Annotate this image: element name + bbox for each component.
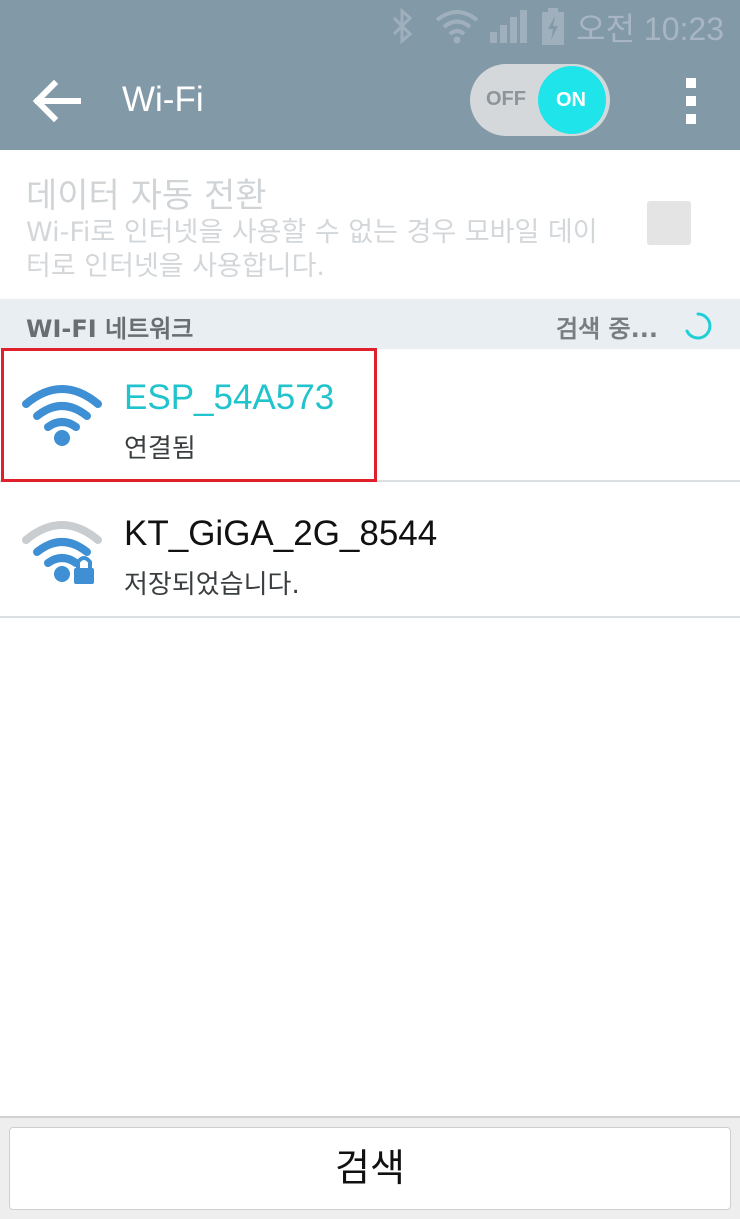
app-bar: 오전 10:23 Wi-Fi OFF ON [0, 0, 740, 150]
scan-status: 검색 중... [556, 315, 658, 343]
section-title: WI-FI 네트워크 [26, 315, 194, 343]
wifi-toggle[interactable]: OFF ON [470, 64, 610, 136]
divider [0, 616, 740, 618]
network-item[interactable]: KT_GiGA_2G_8544 저장되었습니다. [0, 484, 740, 618]
bluetooth-icon [392, 8, 413, 44]
menu-dot [686, 114, 696, 124]
network-name: KT_GiGA_2G_8544 [124, 514, 438, 553]
auto-switch-checkbox[interactable] [647, 201, 691, 245]
menu-dot [686, 78, 696, 88]
menu-dot [686, 96, 696, 106]
status-bar: 오전 10:23 [0, 0, 740, 50]
page-title: Wi-Fi [122, 80, 204, 119]
loading-spinner-icon [685, 312, 712, 340]
toggle-off-label: OFF [486, 88, 526, 110]
cell-signal-icon [490, 10, 527, 43]
auto-switch-description: Wi-Fi로 인터넷을 사용할 수 없는 경우 모바일 데이터로 인터넷을 사용… [26, 217, 598, 282]
scan-button[interactable]: 검색 [9, 1127, 731, 1210]
wifi-signal-icon [435, 10, 479, 44]
status-time: 오전 10:23 [576, 11, 724, 47]
selection-highlight [1, 348, 377, 482]
back-button[interactable] [30, 78, 86, 124]
wifi-lock-icon [22, 521, 102, 584]
overflow-menu-button[interactable] [676, 78, 706, 124]
network-status: 저장되었습니다. [124, 570, 300, 600]
auto-switch-title: 데이터 자동 전환 [26, 176, 267, 216]
battery-charging-icon [542, 8, 564, 45]
toggle-on-label: ON [556, 89, 586, 111]
back-arrow-icon [32, 79, 81, 123]
section-header: WI-FI 네트워크 검색 중... [0, 299, 740, 349]
